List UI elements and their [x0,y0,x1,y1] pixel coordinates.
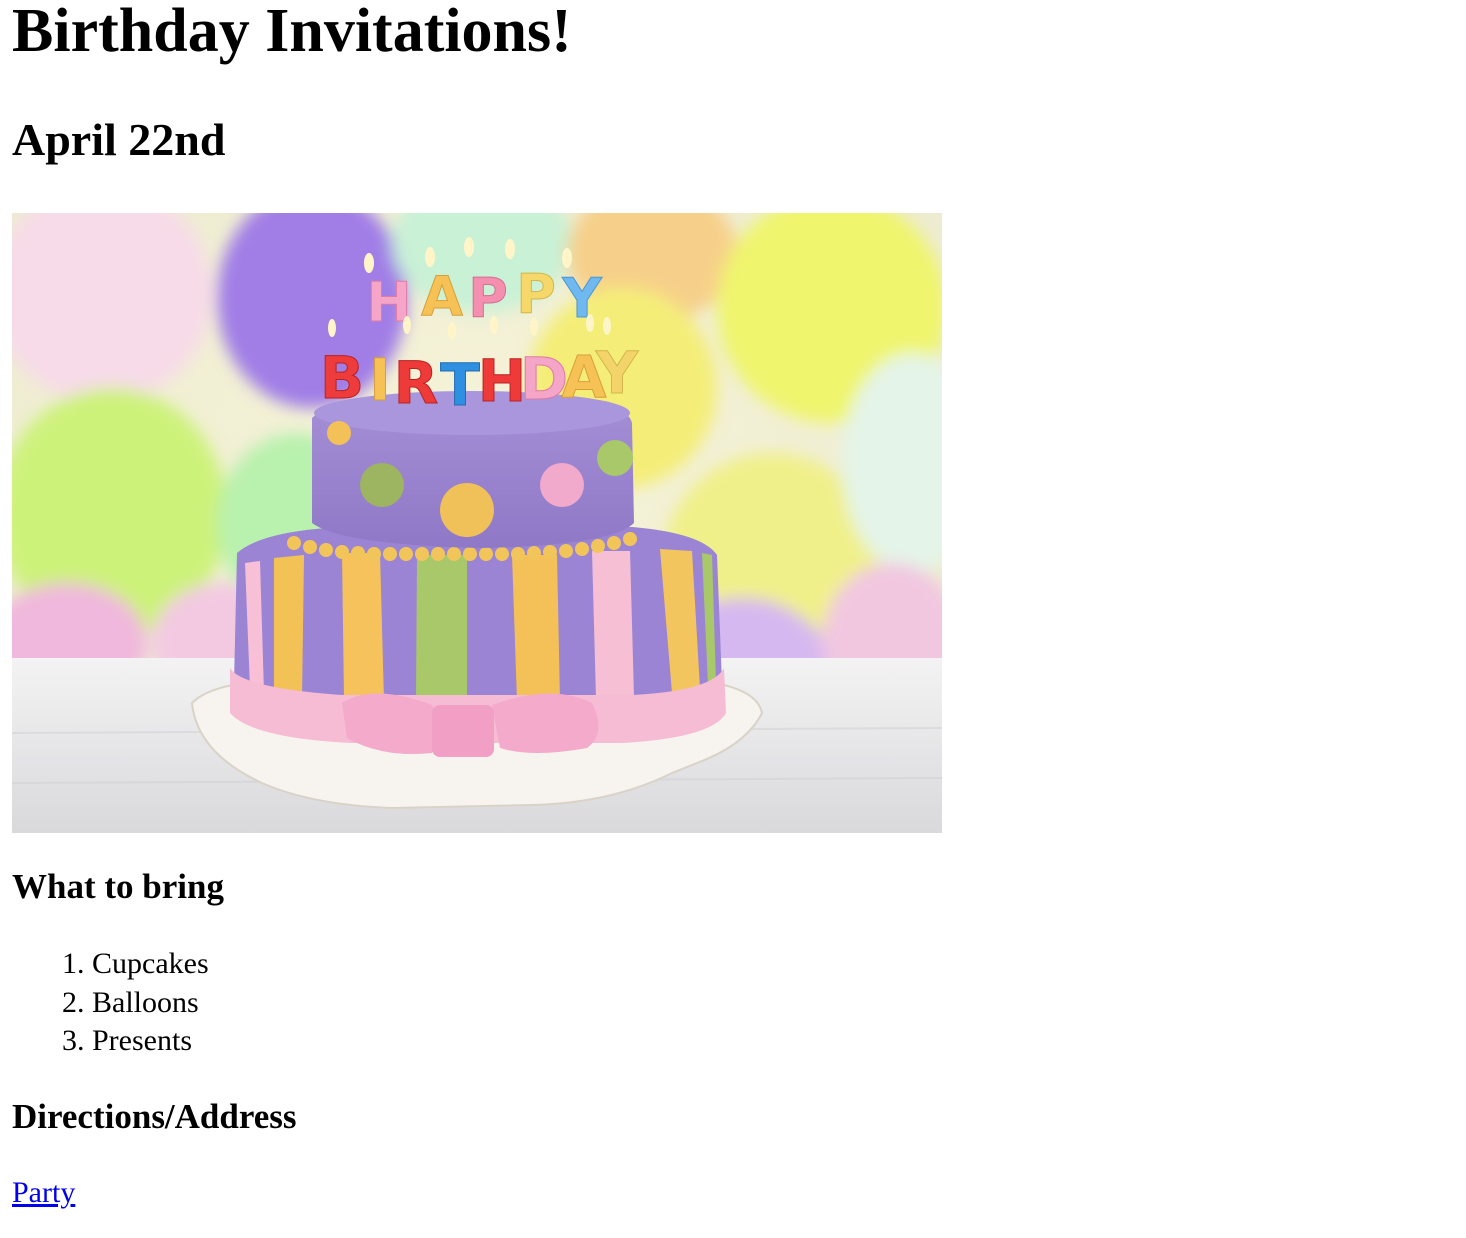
svg-text:T: T [440,351,480,419]
bring-list: Cupcakes Balloons Presents [12,945,209,1061]
page-title: Birthday Invitations! [12,0,572,65]
list-item: Presents [92,1022,209,1061]
list-item: Cupcakes [92,945,209,984]
svg-text:R: R [394,349,439,417]
svg-text:Y: Y [595,339,639,407]
svg-text:B: B [320,344,364,412]
list-item: Balloons [92,984,209,1023]
party-link[interactable]: Party [12,1174,75,1212]
svg-text:A: A [421,265,463,328]
event-date: April 22nd [12,114,226,165]
svg-text:P: P [516,263,556,326]
birthday-cake-image: H A P P Y B I R T H D A Y [12,213,942,833]
directions-heading: Directions/Address [12,1097,297,1136]
what-to-bring-heading: What to bring [12,867,224,906]
svg-text:P: P [468,267,508,330]
svg-text:I: I [369,346,391,414]
svg-text:Y: Y [561,267,602,330]
